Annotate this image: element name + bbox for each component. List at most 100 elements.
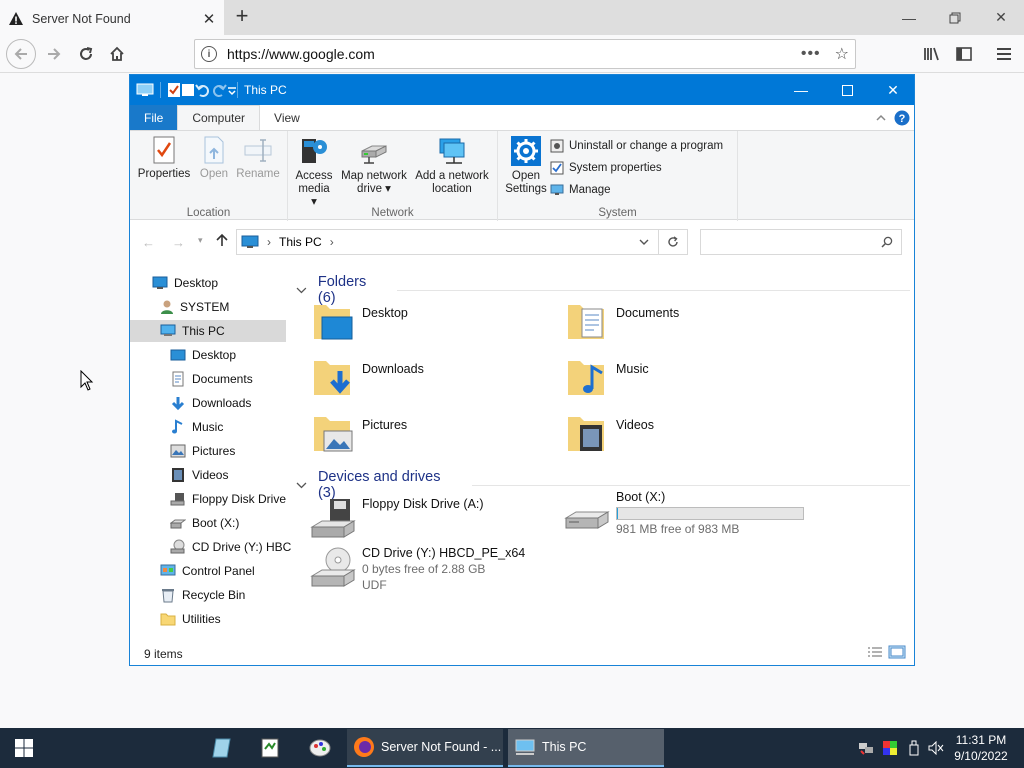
start-button[interactable] bbox=[0, 728, 48, 768]
tab-view[interactable]: View bbox=[260, 105, 314, 130]
taskbar-clock[interactable]: 11:31 PM 9/10/2022 bbox=[950, 732, 1012, 764]
up-button[interactable] bbox=[216, 233, 228, 251]
rename-button[interactable]: Rename bbox=[236, 135, 280, 181]
nav-item-videos[interactable]: Videos bbox=[170, 464, 228, 486]
nav-item-cd-drive[interactable]: CD Drive (Y:) HBC bbox=[170, 536, 291, 558]
forward-nav-button[interactable]: → bbox=[172, 235, 185, 250]
drive-cd[interactable]: CD Drive (Y:) HBCD_PE_x64 0 bytes free o… bbox=[310, 546, 525, 592]
mouse-cursor-icon bbox=[80, 370, 94, 391]
large-icons-view-icon[interactable] bbox=[888, 645, 906, 659]
open-button[interactable]: Open bbox=[196, 135, 232, 181]
taskbar-app-3[interactable] bbox=[304, 728, 336, 768]
address-row: ← → ▾ › This PC › bbox=[130, 221, 914, 261]
taskbar-app-2[interactable] bbox=[254, 728, 286, 768]
access-media-icon bbox=[302, 139, 327, 163]
reload-button[interactable] bbox=[72, 40, 100, 68]
close-tab-icon[interactable]: ✕ bbox=[202, 11, 216, 28]
breadcrumb-this-pc[interactable]: This PC bbox=[279, 235, 322, 249]
manage-button[interactable]: Manage bbox=[550, 183, 611, 197]
open-settings-button[interactable]: Open Settings bbox=[504, 135, 548, 196]
redo-icon[interactable] bbox=[211, 82, 227, 98]
nav-item-pictures[interactable]: Pictures bbox=[170, 440, 235, 462]
collapse-ribbon-button[interactable] bbox=[868, 105, 894, 130]
url-bar[interactable]: i https://www.google.com ••• ☆ bbox=[194, 39, 856, 69]
drive-boot[interactable]: Boot (X:) 981 MB free of 983 MB bbox=[564, 490, 804, 536]
folder-desktop[interactable]: Desktop bbox=[312, 301, 408, 343]
refresh-button[interactable] bbox=[658, 229, 688, 255]
library-button[interactable] bbox=[918, 40, 946, 68]
address-dropdown-icon[interactable] bbox=[639, 237, 649, 248]
pictures-icon bbox=[170, 444, 186, 458]
uninstall-program-button[interactable]: Uninstall or change a program bbox=[550, 139, 723, 153]
ribbon-group-system: Open Settings Uninstall or change a prog… bbox=[498, 131, 738, 221]
minimize-window-button[interactable]: — bbox=[778, 75, 824, 105]
nav-item-desktop[interactable]: Desktop bbox=[170, 344, 236, 366]
pictures-folder-icon bbox=[314, 417, 353, 452]
tab-file[interactable]: File bbox=[130, 105, 178, 130]
add-network-location-button[interactable]: Add a network location bbox=[412, 135, 492, 196]
nav-item-recycle-bin[interactable]: Recycle Bin bbox=[160, 584, 245, 606]
nav-item-utilities[interactable]: Utilities bbox=[160, 608, 221, 630]
tray-network-icon[interactable] bbox=[856, 728, 876, 768]
map-network-drive-button[interactable]: Map network drive ▾ bbox=[338, 135, 410, 196]
folder-documents[interactable]: Documents bbox=[566, 301, 679, 343]
nav-item-this-pc[interactable]: This PC bbox=[130, 320, 286, 342]
home-icon bbox=[110, 46, 124, 61]
tab-computer[interactable]: Computer bbox=[177, 105, 261, 130]
system-properties-button[interactable]: System properties bbox=[550, 161, 662, 175]
access-media-button[interactable]: Access media ▾ bbox=[294, 135, 334, 209]
tray-color-icon[interactable] bbox=[880, 728, 900, 768]
recent-locations-button[interactable]: ▾ bbox=[198, 235, 203, 246]
drive-cd-name: CD Drive (Y:) HBCD_PE_x64 bbox=[362, 546, 526, 560]
restore-browser-button[interactable] bbox=[932, 0, 978, 35]
documents-folder-icon bbox=[568, 305, 604, 339]
nav-item-floppy[interactable]: Floppy Disk Drive bbox=[170, 488, 286, 510]
properties-button[interactable]: Properties bbox=[138, 135, 190, 181]
sidebar-button[interactable] bbox=[950, 40, 978, 68]
minimize-browser-button[interactable]: — bbox=[886, 0, 932, 35]
help-button[interactable]: ? bbox=[894, 105, 914, 130]
drive-floppy[interactable]: Floppy Disk Drive (A:) bbox=[310, 497, 484, 541]
home-button[interactable] bbox=[103, 40, 131, 68]
breadcrumb-chevron-icon[interactable]: › bbox=[267, 235, 271, 249]
folder-videos[interactable]: Videos bbox=[566, 413, 654, 455]
properties-checkmark-icon[interactable] bbox=[167, 82, 181, 98]
address-bar[interactable]: › This PC › bbox=[236, 229, 688, 255]
browser-tab[interactable]: Server Not Found ✕ bbox=[0, 0, 224, 35]
menu-button[interactable] bbox=[990, 40, 1018, 68]
nav-item-music[interactable]: Music bbox=[170, 416, 223, 438]
folder-music[interactable]: Music bbox=[566, 357, 649, 399]
forward-button[interactable] bbox=[40, 40, 68, 68]
back-nav-button[interactable]: ← bbox=[142, 235, 155, 250]
nav-item-system[interactable]: SYSTEM bbox=[160, 296, 229, 318]
tray-usb-icon[interactable] bbox=[904, 728, 924, 768]
maximize-window-button[interactable] bbox=[824, 75, 870, 105]
new-folder-icon[interactable] bbox=[181, 82, 195, 98]
details-view-icon[interactable] bbox=[866, 645, 884, 659]
bookmark-star-icon[interactable]: ☆ bbox=[835, 44, 849, 64]
taskbar-app-1[interactable] bbox=[206, 728, 238, 768]
customize-dropdown-icon[interactable] bbox=[227, 82, 237, 98]
taskbar-firefox-button[interactable]: Server Not Found - ... bbox=[347, 729, 503, 767]
nav-item-documents[interactable]: Documents bbox=[170, 368, 253, 390]
nav-item-boot[interactable]: Boot (X:) bbox=[170, 512, 239, 534]
taskbar-explorer-button[interactable]: This PC bbox=[508, 729, 664, 767]
folder-pictures[interactable]: Pictures bbox=[312, 413, 407, 455]
network-location-icon bbox=[439, 138, 465, 164]
chevron-down-icon bbox=[296, 482, 307, 488]
site-info-icon[interactable]: i bbox=[201, 46, 217, 62]
undo-icon[interactable] bbox=[195, 82, 211, 98]
nav-item-control-panel[interactable]: Control Panel bbox=[160, 560, 255, 582]
breadcrumb-chevron-icon[interactable]: › bbox=[330, 235, 334, 249]
close-window-button[interactable]: ✕ bbox=[870, 75, 916, 105]
search-input[interactable] bbox=[700, 229, 902, 255]
explorer-titlebar: This PC — ✕ bbox=[130, 75, 914, 105]
tray-volume-muted-icon[interactable] bbox=[926, 728, 946, 768]
nav-item-desktop-root[interactable]: Desktop bbox=[152, 272, 218, 294]
page-actions-icon[interactable]: ••• bbox=[801, 45, 821, 63]
folder-downloads[interactable]: Downloads bbox=[312, 357, 424, 399]
back-button[interactable] bbox=[6, 39, 36, 69]
new-tab-button[interactable]: + bbox=[230, 5, 254, 29]
close-browser-button[interactable]: ✕ bbox=[978, 0, 1024, 35]
nav-item-downloads[interactable]: Downloads bbox=[170, 392, 251, 414]
